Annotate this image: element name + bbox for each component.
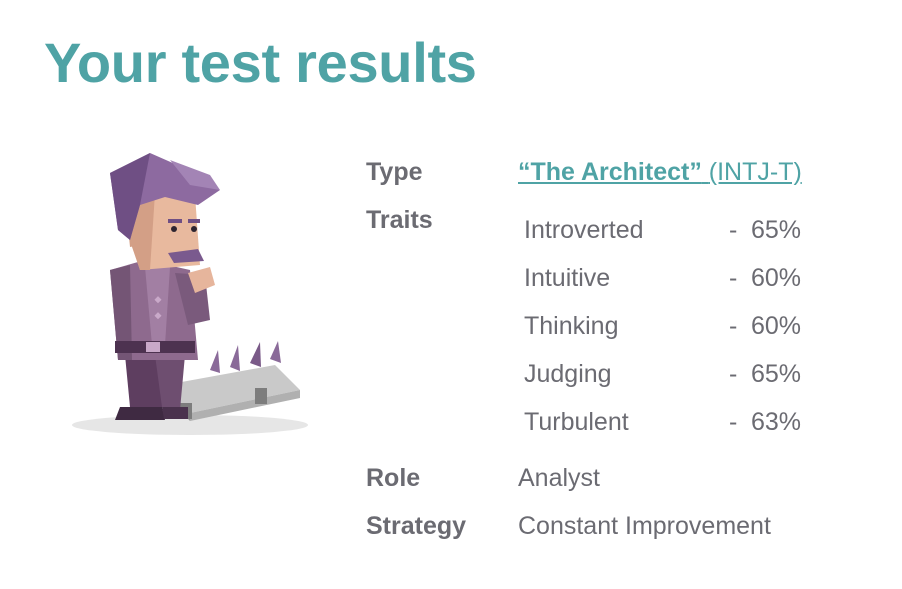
traits-label: Traits (366, 206, 433, 234)
trait-name: Thinking (524, 312, 619, 340)
trait-name: Turbulent (524, 408, 629, 436)
trait-row: Intuitive - 60% (524, 264, 824, 294)
strategy-value: Constant Improvement (518, 512, 771, 540)
trait-percent: 60% (751, 264, 802, 292)
architect-character-illustration (72, 153, 308, 435)
trait-row: Judging - 65% (524, 360, 824, 390)
trait-row: Turbulent - 63% (524, 408, 824, 438)
trait-dash: - (729, 360, 738, 388)
type-name: “The Architect” (518, 158, 702, 186)
trait-percent: 63% (751, 408, 802, 436)
role-value: Analyst (518, 464, 600, 492)
type-label: Type (366, 158, 423, 186)
type-code: (INTJ-T) (708, 158, 802, 186)
trait-dash: - (729, 216, 738, 244)
trait-percent: 65% (751, 360, 802, 388)
trait-percent: 65% (751, 216, 802, 244)
trait-name: Judging (524, 360, 612, 388)
trait-row: Thinking - 60% (524, 312, 824, 342)
type-link[interactable]: “The Architect” (INTJ-T) (518, 158, 802, 187)
trait-dash: - (729, 312, 738, 340)
trait-dash: - (729, 264, 738, 292)
page-title: Your test results (44, 31, 477, 94)
trait-name: Intuitive (524, 264, 611, 292)
trait-row: Introverted - 65% (524, 216, 824, 246)
trait-name: Introverted (524, 216, 644, 244)
role-label: Role (366, 464, 421, 492)
strategy-label: Strategy (366, 512, 467, 540)
trait-percent: 60% (751, 312, 802, 340)
trait-dash: - (729, 408, 738, 436)
